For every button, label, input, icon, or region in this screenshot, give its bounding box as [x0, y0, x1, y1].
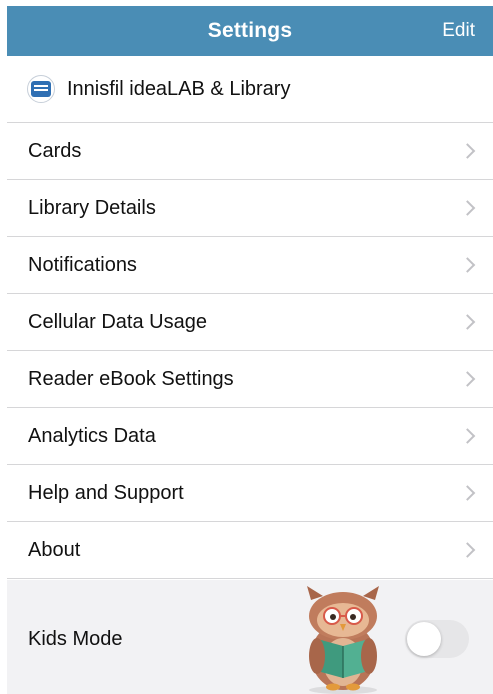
- settings-list: Innisfil ideaLAB & Library Cards Library…: [7, 56, 493, 579]
- settings-item-label: Cards: [28, 139, 82, 162]
- chevron-right-icon: [459, 200, 476, 216]
- chevron-right-icon: [459, 428, 476, 444]
- settings-item-label: Notifications: [28, 253, 137, 276]
- settings-item-reader-ebook-settings[interactable]: Reader eBook Settings: [7, 351, 493, 408]
- kids-mode-row: Kids Mode: [7, 580, 493, 694]
- settings-item-label: About: [28, 538, 81, 561]
- settings-item-notifications[interactable]: Notifications: [7, 237, 493, 294]
- kids-mode-label: Kids Mode: [28, 628, 123, 650]
- settings-item-cards[interactable]: Cards: [7, 123, 493, 180]
- settings-item-label: Reader eBook Settings: [28, 367, 234, 390]
- owl-mascot-icon: [307, 586, 379, 694]
- chevron-right-icon: [459, 542, 476, 558]
- chevron-right-icon: [459, 485, 476, 501]
- settings-item-analytics-data[interactable]: Analytics Data: [7, 408, 493, 465]
- settings-item-label: Library Details: [28, 196, 156, 219]
- library-row[interactable]: Innisfil ideaLAB & Library: [7, 56, 493, 123]
- settings-item-help-and-support[interactable]: Help and Support: [7, 465, 493, 522]
- navigation-bar: Settings Edit: [7, 6, 493, 56]
- settings-item-label: Analytics Data: [28, 424, 156, 447]
- chevron-right-icon: [459, 143, 476, 159]
- library-logo-icon: [27, 75, 55, 103]
- settings-item-label: Help and Support: [28, 481, 184, 504]
- settings-item-label: Cellular Data Usage: [28, 310, 207, 333]
- toggle-knob: [407, 622, 441, 656]
- chevron-right-icon: [459, 314, 476, 330]
- library-name: Innisfil ideaLAB & Library: [67, 77, 291, 100]
- settings-item-about[interactable]: About: [7, 522, 493, 579]
- kids-mode-toggle[interactable]: [405, 620, 469, 658]
- page-title: Settings: [207, 19, 293, 42]
- settings-item-cellular-data-usage[interactable]: Cellular Data Usage: [7, 294, 493, 351]
- chevron-right-icon: [459, 371, 476, 387]
- edit-button[interactable]: Edit: [442, 6, 475, 56]
- settings-item-library-details[interactable]: Library Details: [7, 180, 493, 237]
- chevron-right-icon: [459, 257, 476, 273]
